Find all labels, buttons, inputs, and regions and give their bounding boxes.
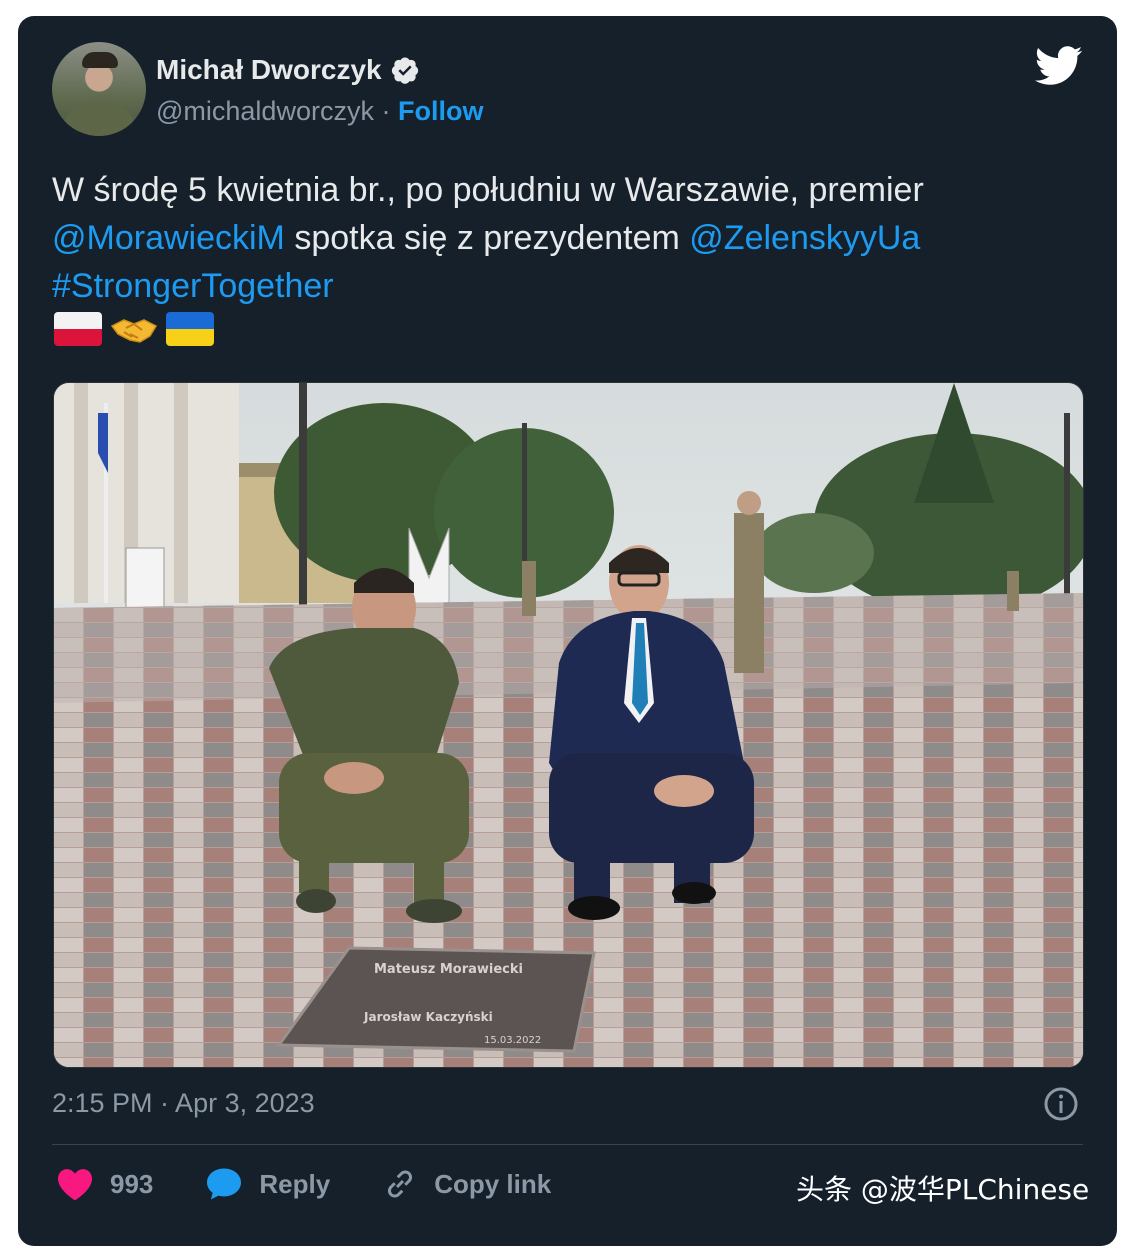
action-bar: 993 Reply Copy link xyxy=(56,1166,603,1202)
tweet-text: W środę 5 kwietnia br., po południu w Wa… xyxy=(52,166,1092,310)
source-watermark: 头条 @波华PLChinese xyxy=(796,1173,1090,1206)
verified-badge-icon xyxy=(391,57,418,84)
link-icon xyxy=(388,1170,413,1198)
flag-poland-icon xyxy=(54,312,102,346)
tweet-card: Michał Dworczyk @michaldworczyk · Follow… xyxy=(18,16,1117,1246)
reply-label: Reply xyxy=(259,1168,331,1199)
follow-button[interactable]: Follow xyxy=(398,96,483,126)
plaque-sub: Jarosław Kaczyński xyxy=(363,1010,493,1024)
tweet-text-part2: spotka się z prezydentem xyxy=(284,219,690,257)
author-name-row: Michał Dworczyk xyxy=(156,54,420,86)
reply-button[interactable]: Reply xyxy=(205,1167,330,1201)
divider xyxy=(52,1144,1083,1145)
author-handle-row: @michaldworczyk · Follow xyxy=(156,96,483,127)
reply-bubble-icon xyxy=(207,1168,242,1200)
tweet-photo[interactable]: Mateusz Morawiecki Jarosław Kaczyński 15… xyxy=(53,382,1084,1068)
separator: · xyxy=(381,96,391,126)
copy-link-button[interactable]: Copy link xyxy=(382,1166,551,1202)
tweet-timestamp[interactable]: 2:15 PM · Apr 3, 2023 xyxy=(52,1088,315,1119)
author-handle[interactable]: @michaldworczyk xyxy=(156,96,374,126)
flag-ukraine-icon xyxy=(166,312,214,346)
emoji-row xyxy=(54,312,214,346)
handshake-icon xyxy=(110,319,158,343)
mention-zelenskyy[interactable]: @ZelenskyyUa xyxy=(689,219,920,257)
tweet-text-part1: W środę 5 kwietnia br., po południu w Wa… xyxy=(52,171,924,209)
plaque-date: 15.03.2022 xyxy=(484,1035,541,1046)
copy-link-label: Copy link xyxy=(434,1168,552,1199)
mention-morawiecki[interactable]: @MorawieckiM xyxy=(52,219,285,257)
info-icon[interactable] xyxy=(1043,1086,1079,1122)
author-name[interactable]: Michał Dworczyk xyxy=(156,54,382,86)
heart-icon xyxy=(58,1169,92,1201)
author-avatar[interactable] xyxy=(52,42,146,136)
like-button[interactable]: 993 xyxy=(56,1167,153,1201)
hashtag-strongertogether[interactable]: #StrongerTogether xyxy=(52,267,334,305)
twitter-bird-icon[interactable] xyxy=(1035,46,1083,86)
plaque-name: Mateusz Morawiecki xyxy=(374,962,523,977)
like-count: 993 xyxy=(110,1168,154,1199)
